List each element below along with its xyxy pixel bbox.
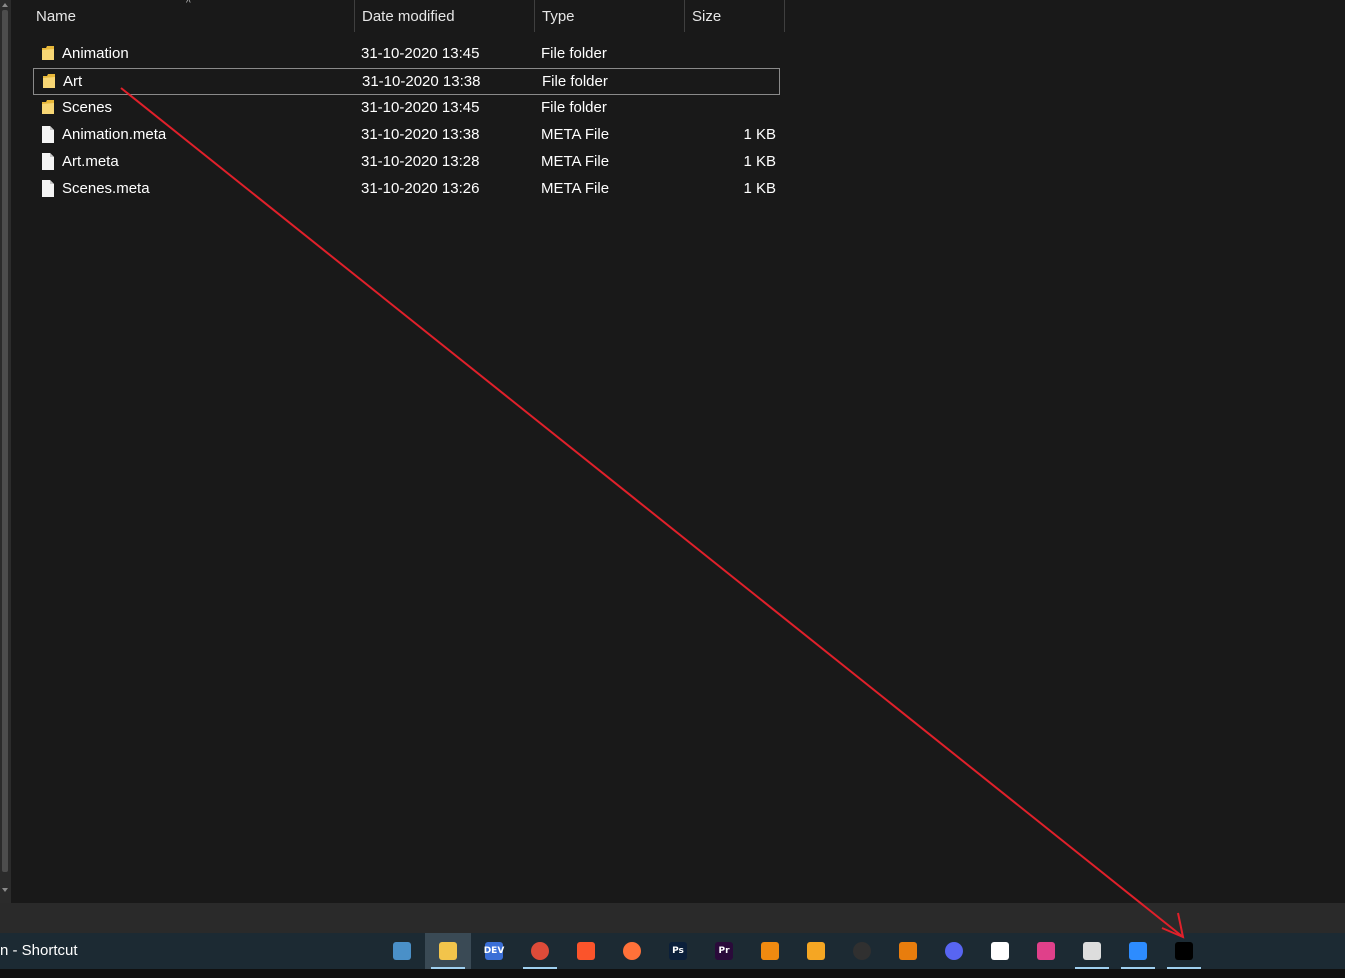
taskbar-bottom-edge [0, 969, 1345, 978]
sketch-taskbar-button[interactable] [977, 933, 1023, 969]
file-date-modified: 31-10-2020 13:26 [361, 180, 480, 197]
photoshop-icon: Ps [669, 942, 687, 960]
mirror-taskbar-button[interactable] [1023, 933, 1069, 969]
file-name: Art.meta [62, 153, 119, 170]
file-row[interactable]: Animation 31-10-2020 13:45 File folder [33, 41, 780, 68]
column-divider[interactable] [534, 0, 535, 32]
chrome-icon [531, 942, 549, 960]
file-explorer-icon [439, 942, 457, 960]
mirror-icon [1037, 942, 1055, 960]
taskbar: n - Shortcut DEV Ps Pr [0, 933, 1345, 969]
file-row[interactable]: Art.meta 31-10-2020 13:28 META File 1 KB [33, 149, 780, 176]
scrollbar-thumb[interactable] [2, 10, 8, 872]
scroll-up-icon[interactable] [2, 3, 8, 7]
fl-studio-taskbar-button[interactable] [793, 933, 839, 969]
premiere-taskbar-button[interactable]: Pr [701, 933, 747, 969]
file-size: 1 KB [743, 153, 776, 170]
file-row[interactable]: Animation.meta 31-10-2020 13:38 META File 1… [33, 122, 780, 149]
vlc-taskbar-button[interactable] [747, 933, 793, 969]
unity-icon [1175, 942, 1193, 960]
file-icon [41, 153, 55, 170]
file-type: File folder [542, 73, 608, 90]
file-row[interactable]: Scenes.meta 31-10-2020 13:26 META File 1 KB [33, 176, 780, 203]
column-divider[interactable] [354, 0, 355, 32]
blender-icon [899, 942, 917, 960]
folder-icon [42, 73, 56, 90]
discord-taskbar-button[interactable] [931, 933, 977, 969]
sketch-icon [991, 942, 1009, 960]
column-divider[interactable] [684, 0, 685, 32]
firefox-icon [623, 942, 641, 960]
file-date-modified: 31-10-2020 13:38 [362, 73, 481, 90]
file-icon [41, 126, 55, 143]
file-explorer-taskbar-button[interactable] [425, 933, 471, 969]
scroll-down-icon[interactable] [2, 888, 8, 892]
zoom-icon [1129, 942, 1147, 960]
file-date-modified: 31-10-2020 13:28 [361, 153, 480, 170]
file-type: File folder [541, 99, 607, 116]
discord-icon [945, 942, 963, 960]
file-type: File folder [541, 45, 607, 62]
premiere-icon: Pr [715, 942, 733, 960]
file-name: Animation.meta [62, 126, 167, 143]
chrome-taskbar-button[interactable] [517, 933, 563, 969]
firefox-taskbar-button[interactable] [609, 933, 655, 969]
file-name: Scenes.meta [62, 180, 150, 197]
desktop-app-taskbar-button[interactable] [379, 933, 425, 969]
file-explorer-window: ^ Name Date modified Type Size Animation… [0, 0, 1345, 903]
file-icon [41, 180, 55, 197]
file-name: Art [63, 73, 83, 90]
unity-taskbar-button[interactable] [1161, 933, 1207, 969]
fl-studio-icon [807, 942, 825, 960]
obs-icon [853, 942, 871, 960]
column-header-date[interactable]: Date modified [362, 0, 534, 32]
photoshop-taskbar-button[interactable]: Ps [655, 933, 701, 969]
zoom-taskbar-button[interactable] [1115, 933, 1161, 969]
folder-icon [41, 99, 55, 116]
file-type: META File [541, 153, 610, 170]
file-date-modified: 31-10-2020 13:38 [361, 126, 480, 143]
column-header-type[interactable]: Type [542, 0, 684, 32]
file-size: 1 KB [743, 126, 776, 143]
blender-taskbar-button[interactable] [885, 933, 931, 969]
file-type: META File [541, 126, 610, 143]
file-size: 1 KB [743, 180, 776, 197]
file-name: Scenes [62, 99, 113, 116]
unity-hub-icon [1083, 942, 1101, 960]
dev-taskbar-button[interactable]: DEV [471, 933, 517, 969]
column-divider[interactable] [784, 0, 785, 32]
unity-hub-taskbar-button[interactable] [1069, 933, 1115, 969]
desktop-app-icon [393, 942, 411, 960]
navigation-scrollbar[interactable] [0, 0, 11, 903]
file-name: Animation [62, 45, 129, 62]
obs-taskbar-button[interactable] [839, 933, 885, 969]
vlc-icon [761, 942, 779, 960]
file-type: META File [541, 180, 610, 197]
brave-taskbar-button[interactable] [563, 933, 609, 969]
shortcut-label[interactable]: n - Shortcut [0, 933, 78, 969]
brave-icon [577, 942, 595, 960]
file-row[interactable]: Scenes 31-10-2020 13:45 File folder [33, 95, 780, 122]
file-row[interactable]: Art 31-10-2020 13:38 File folder [33, 68, 780, 95]
column-header-name[interactable]: Name [36, 0, 354, 32]
dev-icon: DEV [484, 942, 504, 960]
taskbar-upper-strip [0, 903, 1345, 933]
file-date-modified: 31-10-2020 13:45 [361, 99, 480, 116]
column-header-size[interactable]: Size [692, 0, 784, 32]
folder-icon [41, 45, 55, 62]
file-date-modified: 31-10-2020 13:45 [361, 45, 480, 62]
